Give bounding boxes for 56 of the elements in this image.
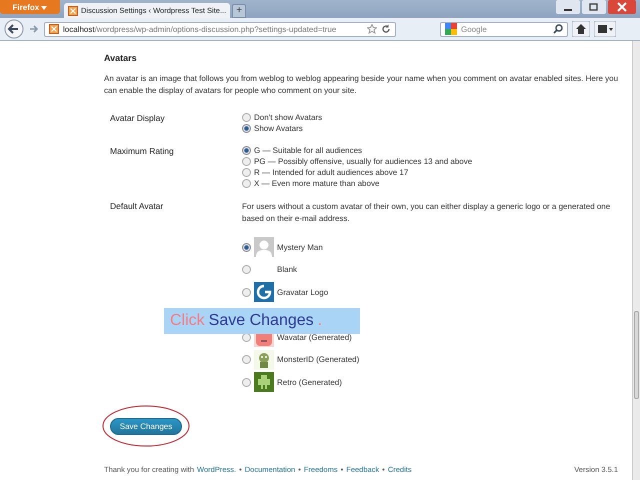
section-description: An avatar is an image that follows you from weblog to weblog appearing beside your name when you comment on avatar enabled sites. Here you can enable the display of avatars for people who comment on your site. xyxy=(104,73,620,97)
page-icon xyxy=(49,24,59,34)
avatar-option-label[interactable]: Blank xyxy=(277,265,298,274)
avatar-option-label[interactable]: Mystery Man xyxy=(277,242,323,252)
back-icon[interactable] xyxy=(4,19,24,39)
caption-text: . xyxy=(318,312,322,330)
field-label: Default Avatar xyxy=(109,201,164,211)
restore-icon[interactable] xyxy=(582,0,606,14)
radio-button[interactable] xyxy=(242,378,251,386)
gravatar-logo-icon xyxy=(254,282,274,302)
url-text: localhost/wordpress/wp-admin/options-discussion.php?settings-updated=true xyxy=(63,24,338,34)
reload-icon[interactable] xyxy=(381,24,391,34)
radio-button[interactable] xyxy=(242,288,251,296)
radio-option[interactable]: Show Avatars xyxy=(242,124,322,133)
avatar-option-label[interactable]: Wavatar (Generated) xyxy=(277,332,352,342)
radio-button[interactable] xyxy=(242,146,251,155)
star-icon[interactable] xyxy=(367,24,377,34)
radio-button[interactable] xyxy=(242,168,251,177)
radio-button[interactable] xyxy=(242,113,251,122)
silhouette-icon xyxy=(254,237,274,257)
caret-icon xyxy=(41,6,48,10)
radio-button[interactable] xyxy=(242,242,251,252)
caption-text: Save Changes xyxy=(208,312,314,330)
bookmarks-icon[interactable] xyxy=(594,21,616,37)
search-icon[interactable] xyxy=(553,24,563,34)
radio-option[interactable]: Don't show Avatars xyxy=(242,113,322,122)
section-title: Avatars xyxy=(104,53,138,63)
save-changes-button[interactable]: Save Changes xyxy=(110,418,182,434)
search-field[interactable]: Google xyxy=(440,22,568,36)
avatar-option-label[interactable]: MonsterID (Generated) xyxy=(277,355,360,364)
avatar-option-label[interactable]: Gravatar Logo xyxy=(277,288,328,296)
radio-button[interactable] xyxy=(242,265,251,274)
pixel-avatar-icon xyxy=(254,372,274,392)
monster-icon xyxy=(254,350,274,370)
radio-button[interactable] xyxy=(242,124,251,133)
radio-button[interactable] xyxy=(242,355,251,364)
radio-option[interactable]: R — Intended for adult audiences above 17 xyxy=(242,168,472,177)
search-engine-icon xyxy=(445,23,457,35)
new-tab-button[interactable]: + xyxy=(232,4,246,18)
close-icon[interactable] xyxy=(608,0,636,14)
page-icon xyxy=(68,6,78,16)
scrollbar[interactable] xyxy=(632,41,640,480)
field-label: Maximum Rating xyxy=(109,146,175,156)
radio-button[interactable] xyxy=(242,179,251,188)
address-bar[interactable]: localhost/wordpress/wp-admin/options-discussion.php?settings-updated=true xyxy=(44,22,396,36)
forward-icon[interactable] xyxy=(28,23,40,35)
home-icon[interactable] xyxy=(572,21,590,37)
radio-option[interactable]: X — Even more mature than above xyxy=(242,179,472,188)
radio-option[interactable]: G — Suitable for all audiences xyxy=(242,146,472,155)
caption-text: Click xyxy=(170,312,205,330)
avatar-option-label[interactable]: Retro (Generated) xyxy=(277,378,342,386)
field-label: Avatar Display xyxy=(109,113,166,123)
radio-button[interactable] xyxy=(242,157,251,166)
field-description: For users without a custom avatar of their own, you can either display a generic logo or a generated one based on their e-mail address. xyxy=(242,201,612,225)
radio-option[interactable]: PG — Possibly offensive, usually for audiences 13 and above xyxy=(242,157,472,166)
minimize-icon[interactable] xyxy=(556,0,580,14)
